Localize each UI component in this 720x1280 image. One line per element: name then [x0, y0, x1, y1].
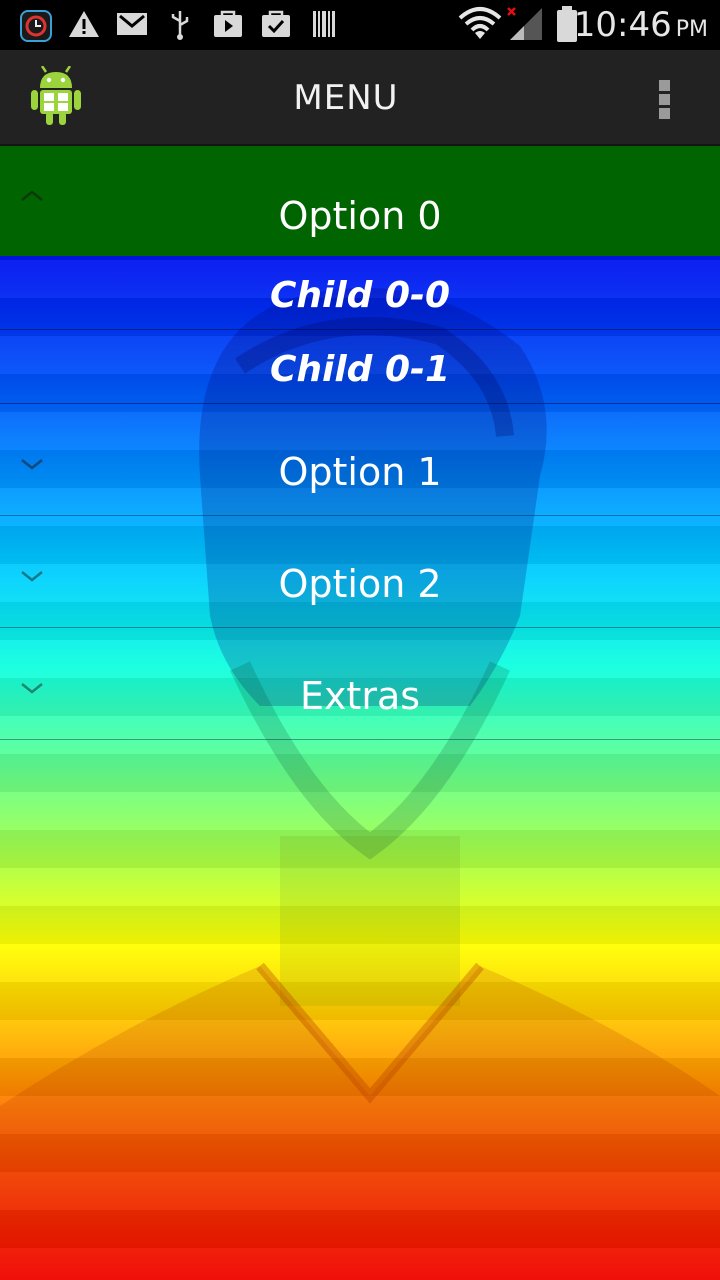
group-row-extras[interactable]: Extras: [0, 628, 720, 740]
page-title: MENU: [293, 78, 399, 118]
email-icon: [117, 13, 147, 35]
action-bar: MENU: [0, 50, 720, 146]
barcode-icon: [313, 11, 335, 37]
group-row-option-1[interactable]: Option 1: [0, 404, 720, 516]
overflow-menu-icon[interactable]: [645, 74, 685, 124]
group-row-option-2[interactable]: Option 2: [0, 516, 720, 628]
warning-icon: [69, 11, 99, 37]
status-bar: 10:46 PM: [0, 0, 720, 50]
group-label: Extras: [299, 674, 421, 718]
child-row-0-1[interactable]: Child 0-1: [0, 330, 720, 404]
wifi-icon: [458, 7, 502, 39]
signal-icon: [507, 7, 542, 40]
child-label: Child 0-1: [269, 349, 451, 390]
group-row-option-0[interactable]: Option 0: [0, 146, 720, 256]
usb-icon: [171, 11, 189, 40]
status-clock: 10:46 PM: [573, 5, 708, 45]
child-row-0-0[interactable]: Child 0-0: [0, 256, 720, 330]
expandable-list: Option 0 Child 0-0 Child 0-1 Option 1 Op…: [0, 146, 720, 1280]
child-label: Child 0-0: [269, 275, 451, 316]
briefcase-check-icon: [262, 10, 290, 37]
clock-app-icon: [20, 10, 52, 42]
play-store-icon: [214, 10, 242, 37]
